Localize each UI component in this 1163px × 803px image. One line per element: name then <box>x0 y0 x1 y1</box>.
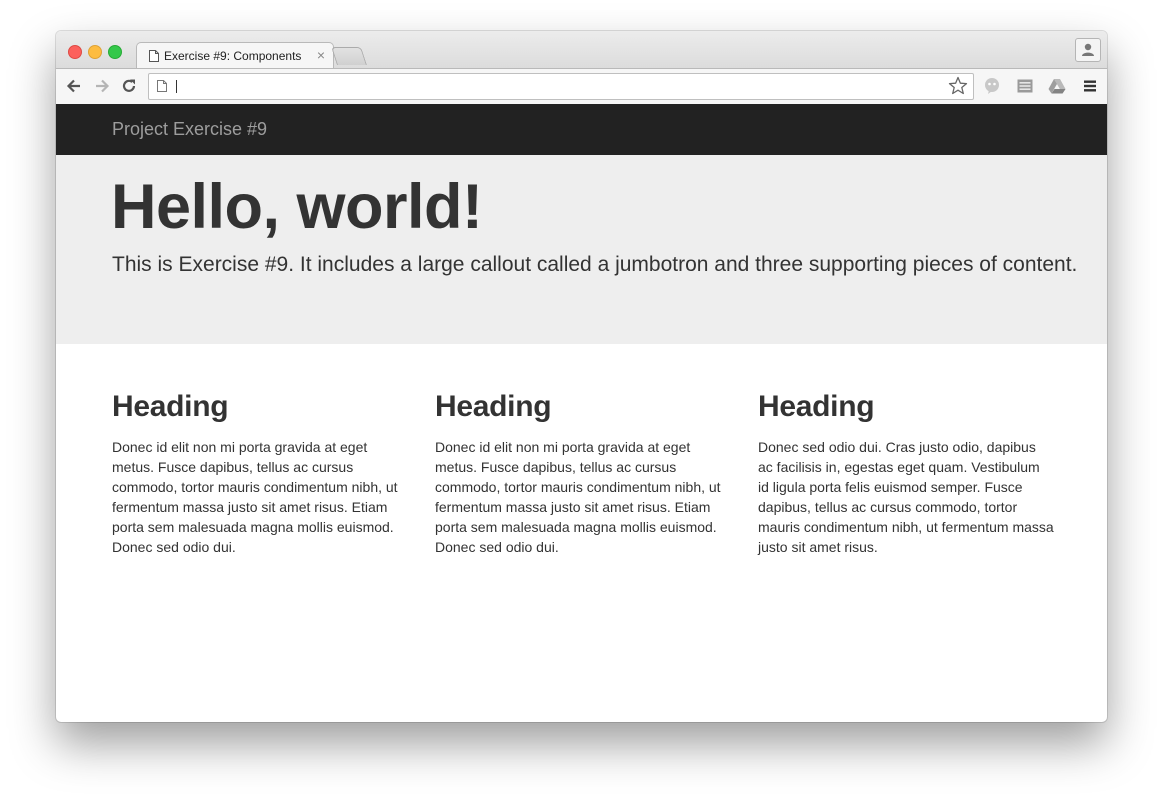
new-tab-button[interactable] <box>331 47 367 65</box>
hamburger-menu-icon[interactable] <box>1081 77 1099 95</box>
url-input[interactable] <box>175 77 935 95</box>
navbar: Project Exercise #9 <box>56 104 1107 155</box>
person-icon <box>1082 43 1094 56</box>
reload-icon[interactable] <box>119 76 139 96</box>
tab-strip: Exercise #9: Components × <box>56 31 1107 70</box>
column-heading: Heading <box>758 390 875 423</box>
page-info-icon <box>157 80 167 92</box>
browser-toolbar <box>56 68 1107 105</box>
browser-window: Exercise #9: Components × Project Exerci… <box>56 31 1107 722</box>
column-body: Donec sed odio dui. Cras justo odio, dap… <box>758 439 1054 555</box>
maximize-window-button[interactable] <box>108 45 122 59</box>
address-bar[interactable] <box>148 73 974 100</box>
forward-arrow-icon[interactable] <box>92 76 112 96</box>
extension-reader-icon[interactable] <box>1016 77 1034 95</box>
column-heading: Heading <box>112 390 229 423</box>
text-caret <box>176 80 177 93</box>
page-icon <box>149 50 159 62</box>
extension-bubble-icon[interactable] <box>983 77 1001 95</box>
jumbotron-title: Hello, world! <box>111 172 483 242</box>
star-icon[interactable] <box>947 75 969 97</box>
tab-title: Exercise #9: Components <box>164 49 302 63</box>
tab-close-icon[interactable]: × <box>317 47 325 63</box>
content-column: Heading Donec id elit non mi porta gravi… <box>435 389 731 557</box>
content-column: Heading Donec id elit non mi porta gravi… <box>112 389 408 557</box>
column-body: Donec id elit non mi porta gravida at eg… <box>435 439 721 555</box>
content-column: Heading Donec sed odio dui. Cras justo o… <box>758 389 1054 557</box>
column-body: Donec id elit non mi porta gravida at eg… <box>112 439 398 555</box>
profile-button[interactable] <box>1075 38 1101 62</box>
navbar-brand-link[interactable]: Project Exercise #9 <box>112 119 267 140</box>
browser-tab-active[interactable]: Exercise #9: Components × <box>136 42 334 70</box>
column-heading: Heading <box>435 390 552 423</box>
minimize-window-button[interactable] <box>88 45 102 59</box>
google-drive-icon[interactable] <box>1048 77 1066 95</box>
jumbotron: Hello, world! This is Exercise #9. It in… <box>56 155 1107 344</box>
back-arrow-icon[interactable] <box>64 76 84 96</box>
jumbotron-lead: This is Exercise #9. It includes a large… <box>112 253 1078 276</box>
close-window-button[interactable] <box>68 45 82 59</box>
